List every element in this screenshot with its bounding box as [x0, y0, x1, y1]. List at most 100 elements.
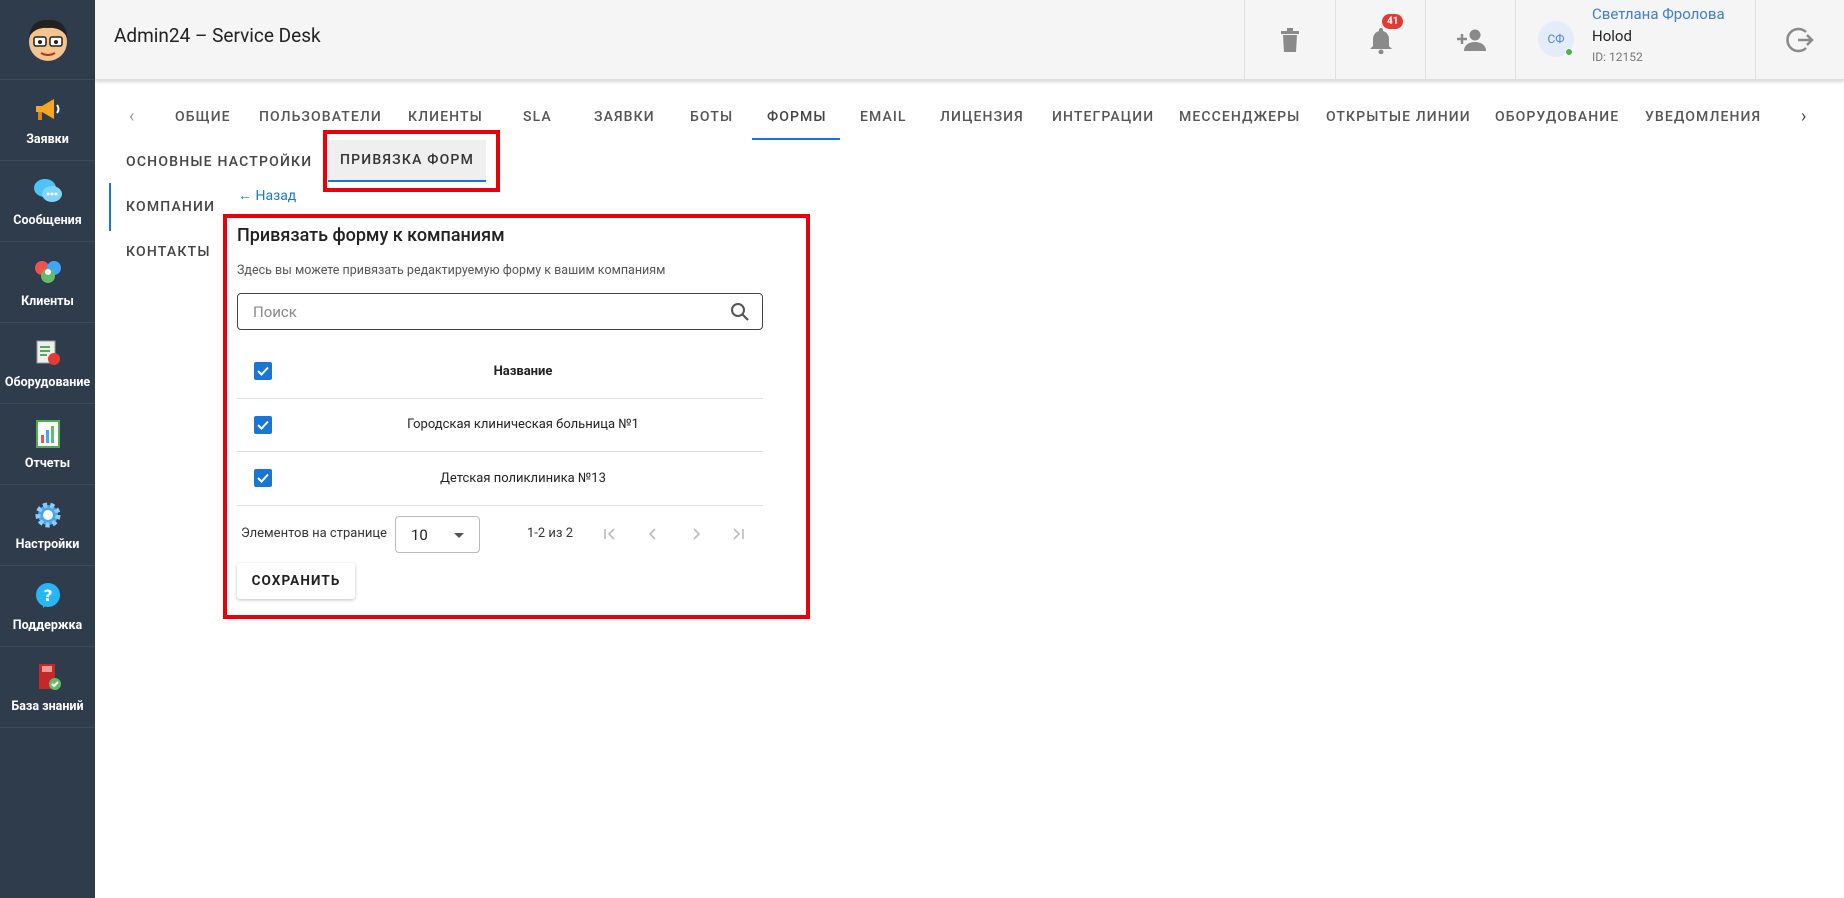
tab-clients[interactable]: КЛИЕНТЫ [408, 109, 483, 125]
logout-icon [1786, 27, 1814, 53]
sidebar-item-messages[interactable]: Сообщения [0, 161, 95, 242]
sidebar-item-knowledge-base[interactable]: База знаний [0, 647, 95, 728]
logout-button[interactable] [1755, 0, 1844, 80]
sidebar-item-support[interactable]: ? Поддержка [0, 566, 95, 647]
sidebar-item-clients[interactable]: Клиенты [0, 242, 95, 323]
back-label: Назад [255, 188, 297, 204]
reports-icon [32, 418, 64, 450]
prev-page-button[interactable] [643, 524, 663, 544]
tabs-scroll-left-icon[interactable]: ‹ [129, 106, 134, 127]
trash-button[interactable] [1244, 0, 1334, 80]
tab-open-lines[interactable]: ОТКРЫТЫЕ ЛИНИИ [1326, 109, 1471, 125]
tab-forms[interactable]: ФОРМЫ [767, 109, 827, 125]
check-icon [257, 473, 269, 483]
add-user-button[interactable] [1425, 0, 1515, 80]
table-row-name: Детская поликлиника №13 [440, 471, 606, 486]
row-divider [237, 398, 763, 399]
add-user-icon [1456, 29, 1486, 51]
equipment-icon [32, 337, 64, 369]
tab-bots[interactable]: БОТЫ [690, 109, 733, 125]
app-logo[interactable] [0, 0, 95, 80]
tab-messengers[interactable]: МЕССЕНДЖЕРЫ [1179, 109, 1300, 125]
avatar: СФ [1538, 21, 1574, 57]
clients-icon [32, 256, 64, 288]
search-input[interactable]: Поиск [237, 293, 763, 330]
sidebar-item-tickets[interactable]: Заявки [0, 80, 95, 161]
arrow-left-icon: ← [238, 188, 256, 204]
sidebar-item-reports[interactable]: Отчеты [0, 404, 95, 485]
active-tab-indicator [752, 138, 840, 140]
check-icon [257, 366, 269, 376]
select-all-checkbox[interactable] [254, 362, 272, 380]
page-size-select[interactable]: 10 [395, 516, 480, 553]
sidebar-item-label: Оборудование [4, 374, 91, 390]
last-page-icon [733, 528, 744, 540]
vnav-companies[interactable]: КОМПАНИИ [126, 199, 215, 215]
last-page-button[interactable] [728, 524, 748, 544]
user-profile[interactable]: СФ Светлана Фролова Holod ID: 12152 [1515, 0, 1750, 80]
search-placeholder: Поиск [253, 303, 297, 321]
page-size-value: 10 [411, 526, 428, 544]
bell-icon [1369, 28, 1392, 54]
tab-equipment[interactable]: ОБОРУДОВАНИЕ [1495, 109, 1619, 125]
notifications-button[interactable]: 41 [1335, 0, 1425, 80]
avatar-mascot-icon [28, 19, 67, 61]
table-row-name: Городская клиническая больница №1 [407, 417, 639, 432]
tab-integrations[interactable]: ИНТЕГРАЦИИ [1052, 109, 1154, 125]
row-checkbox[interactable] [254, 469, 272, 487]
avatar-initials: СФ [1547, 32, 1565, 46]
sidebar-item-label: Заявки [26, 131, 69, 147]
user-company: Holod [1592, 27, 1632, 45]
panel-description: Здесь вы можете привязать редактируемую … [237, 263, 666, 278]
sidebar-item-label: Отчеты [24, 455, 71, 471]
row-checkbox[interactable] [254, 416, 272, 434]
user-name[interactable]: Светлана Фролова [1592, 5, 1725, 23]
sidebar-item-settings[interactable]: Настройки [0, 485, 95, 566]
subtab-main-settings[interactable]: ОСНОВНЫЕ НАСТРОЙКИ [126, 154, 312, 170]
back-link[interactable]: ← Назад [238, 187, 296, 204]
first-page-button[interactable] [600, 524, 620, 544]
top-header: Admin24 – Service Desk 41 СФ Светлана Фр… [95, 0, 1844, 80]
sidebar-item-label: База знаний [11, 698, 84, 714]
sidebar-item-label: Клиенты [21, 293, 74, 309]
panel-title: Привязать форму к компаниям [237, 225, 505, 246]
tab-tickets[interactable]: ЗАЯВКИ [594, 109, 655, 125]
next-page-button[interactable] [686, 524, 706, 544]
chat-bubbles-icon [32, 175, 64, 207]
user-id: ID: 12152 [1592, 50, 1643, 64]
chevron-down-icon [454, 533, 464, 538]
app-title: Admin24 – Service Desk [114, 24, 321, 47]
online-status-dot [1565, 48, 1573, 56]
gear-icon [32, 499, 64, 531]
tab-email[interactable]: EMAIL [860, 109, 907, 125]
tab-users[interactable]: ПОЛЬЗОВАТЕЛИ [259, 109, 382, 125]
save-button[interactable]: СОХРАНИТЬ [237, 563, 355, 599]
help-icon: ? [32, 580, 64, 612]
tab-sla[interactable]: SLA [523, 109, 552, 125]
sidebar-item-equipment[interactable]: Оборудование [0, 323, 95, 404]
tab-notifications[interactable]: УВЕДОМЛЕНИЯ [1645, 109, 1761, 125]
page-size-label: Элементов на странице [241, 526, 387, 541]
tab-general[interactable]: ОБЩИЕ [175, 109, 231, 125]
main-sidebar: Заявки Сообщения Клиенты Оборудование От… [0, 0, 95, 898]
tabs-scroll-right-icon[interactable]: › [1801, 106, 1806, 127]
megaphone-icon [32, 94, 64, 126]
vnav-contacts[interactable]: КОНТАКТЫ [126, 244, 211, 260]
notifications-badge: 41 [1382, 14, 1404, 29]
tab-license[interactable]: ЛИЦЕНЗИЯ [940, 109, 1024, 125]
chevron-right-icon [693, 528, 701, 540]
row-divider [237, 505, 763, 506]
chevron-left-icon [648, 528, 656, 540]
highlight-box-subtab [323, 130, 500, 192]
column-header-name[interactable]: Название [283, 364, 763, 379]
row-divider [237, 451, 763, 452]
sidebar-item-label: Поддержка [12, 617, 83, 633]
page-range: 1-2 из 2 [527, 526, 574, 541]
sidebar-item-label: Настройки [15, 536, 80, 552]
first-page-icon [604, 528, 615, 540]
svg-text:?: ? [43, 586, 52, 605]
search-icon[interactable] [730, 302, 750, 326]
trash-icon [1280, 28, 1299, 52]
book-icon [32, 661, 64, 693]
sidebar-item-label: Сообщения [13, 212, 82, 228]
